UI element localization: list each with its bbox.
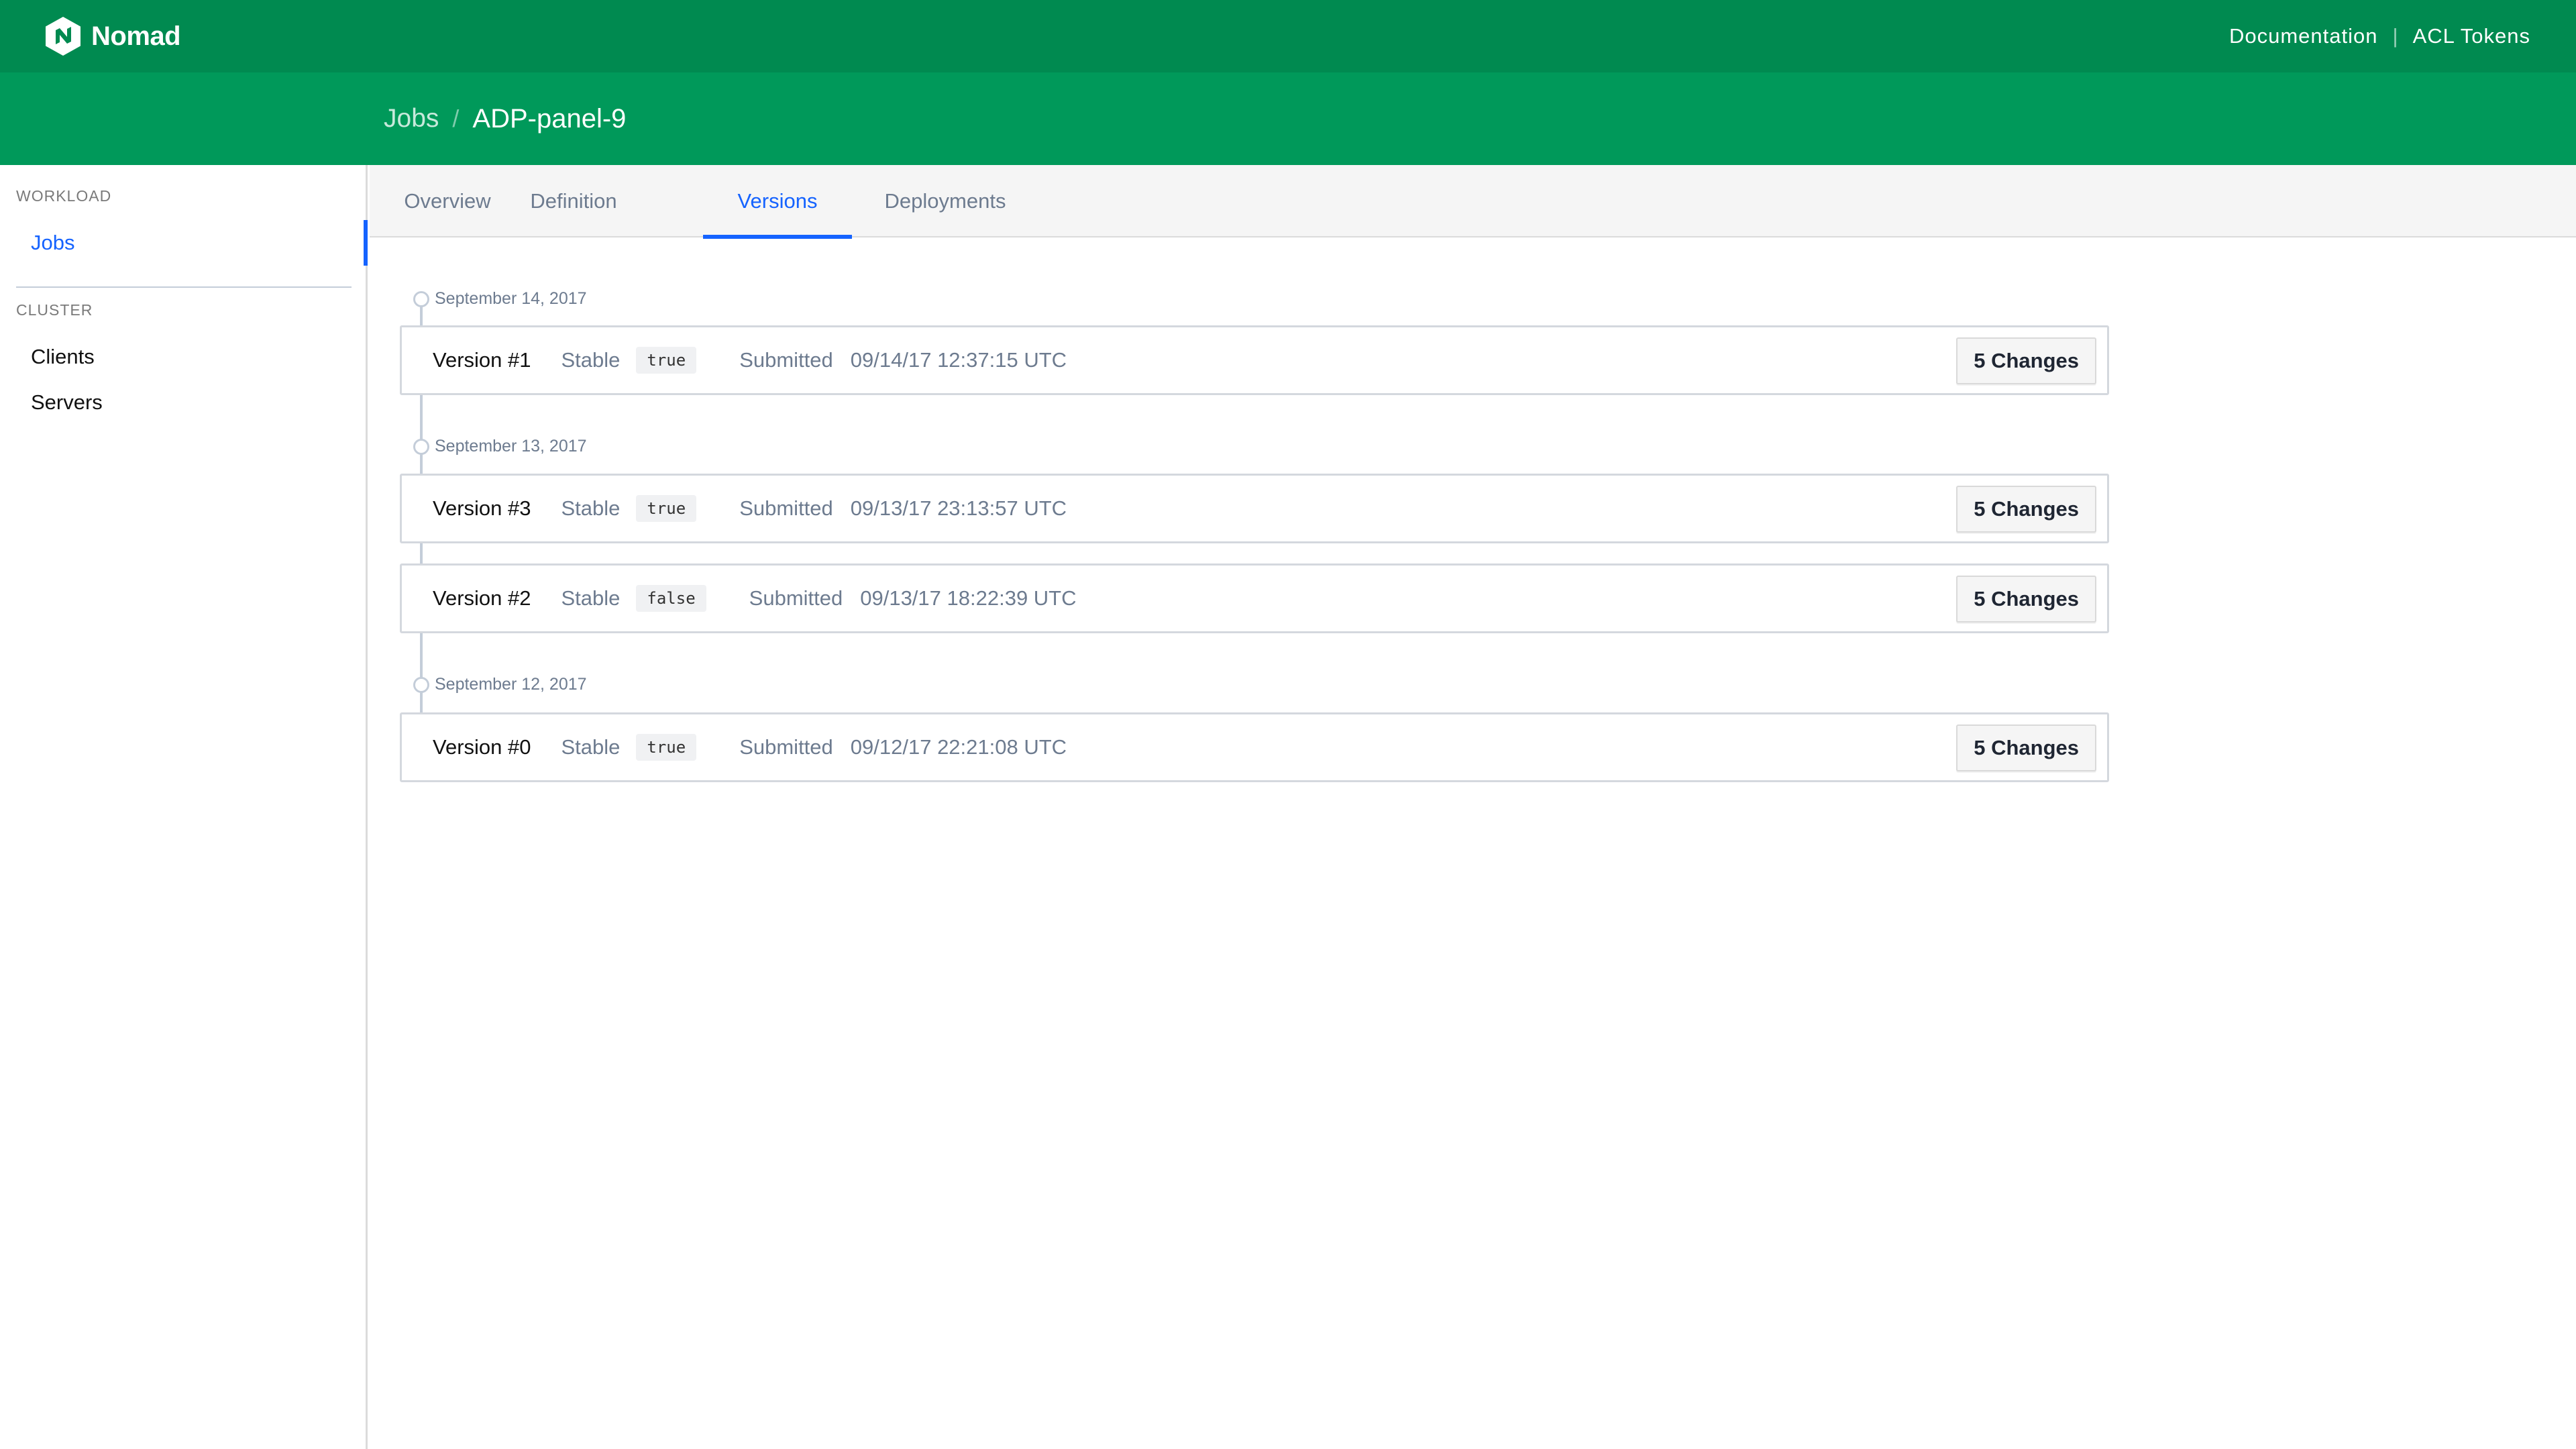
submitted-time: 09/13/17 18:22:39 UTC: [860, 586, 1077, 610]
breadcrumb-separator: /: [452, 105, 460, 132]
sidebar-section-cluster: CLUSTER: [16, 301, 93, 319]
tab-deployments[interactable]: Deployments: [875, 165, 1015, 237]
page-header: Jobs / ADP-panel-9: [0, 72, 2576, 165]
version-number: Version #2: [433, 586, 531, 610]
top-nav-links: Documentation | ACL Tokens: [2229, 0, 2530, 72]
submitted-time: 09/12/17 22:21:08 UTC: [850, 735, 1067, 759]
timeline-dot: [413, 439, 429, 455]
nav-separator: |: [2392, 24, 2398, 48]
stable-label: Stable: [561, 586, 621, 610]
submitted-label: Submitted: [749, 586, 843, 610]
nomad-logo-icon: [46, 17, 80, 56]
breadcrumb-current-job[interactable]: ADP-panel-9: [472, 104, 626, 134]
top-nav: Nomad Documentation | ACL Tokens: [0, 0, 2576, 72]
job-tabs: Overview Definition Versions Deployments: [370, 165, 2576, 239]
version-number: Version #0: [433, 735, 531, 759]
sidebar-item-clients[interactable]: Clients: [31, 345, 95, 369]
sidebar-item-servers[interactable]: Servers: [31, 390, 103, 415]
changes-button[interactable]: 5 Changes: [1956, 486, 2096, 533]
stable-value-badge: true: [636, 734, 697, 761]
tab-definition[interactable]: Definition: [521, 165, 626, 237]
acl-tokens-link[interactable]: ACL Tokens: [2413, 24, 2530, 48]
timeline-date: September 12, 2017: [435, 675, 587, 694]
timeline-date: September 14, 2017: [435, 289, 587, 308]
brand-logo-link[interactable]: Nomad: [46, 17, 181, 56]
tab-versions[interactable]: Versions: [703, 165, 852, 239]
version-number: Version #3: [433, 496, 531, 520]
stable-value-badge: true: [636, 495, 697, 522]
app-name: Nomad: [91, 21, 181, 51]
sidebar-active-indicator: [364, 220, 368, 266]
submitted-time: 09/14/17 12:37:15 UTC: [850, 348, 1067, 372]
documentation-link[interactable]: Documentation: [2229, 24, 2378, 48]
stable-label: Stable: [561, 496, 621, 520]
sidebar-item-jobs[interactable]: Jobs: [31, 231, 74, 255]
stable-value-badge: true: [636, 347, 697, 374]
submitted-label: Submitted: [739, 496, 833, 520]
version-number: Version #1: [433, 348, 531, 372]
timeline-dot: [413, 677, 429, 693]
breadcrumb-jobs-link[interactable]: Jobs: [384, 104, 439, 133]
stable-value-badge: false: [636, 585, 706, 612]
sidebar-section-workload: WORKLOAD: [16, 187, 112, 205]
submitted-label: Submitted: [739, 735, 833, 759]
timeline-dot: [413, 291, 429, 307]
timeline-date: September 13, 2017: [435, 437, 587, 455]
stable-label: Stable: [561, 735, 621, 759]
changes-button[interactable]: 5 Changes: [1956, 724, 2096, 771]
version-card: Version #2 Stable false Submitted 09/13/…: [400, 564, 2109, 633]
tab-overview[interactable]: Overview: [400, 165, 494, 237]
submitted-time: 09/13/17 23:13:57 UTC: [850, 496, 1067, 520]
changes-button[interactable]: 5 Changes: [1956, 576, 2096, 623]
sidebar-divider: [16, 286, 352, 288]
version-card: Version #0 Stable true Submitted 09/12/1…: [400, 712, 2109, 782]
submitted-label: Submitted: [739, 348, 833, 372]
version-card: Version #1 Stable true Submitted 09/14/1…: [400, 325, 2109, 395]
sidebar: WORKLOAD Jobs CLUSTER Clients Servers: [0, 165, 368, 1449]
breadcrumb: Jobs / ADP-panel-9: [384, 72, 626, 165]
stable-label: Stable: [561, 348, 621, 372]
version-card: Version #3 Stable true Submitted 09/13/1…: [400, 474, 2109, 543]
changes-button[interactable]: 5 Changes: [1956, 337, 2096, 384]
